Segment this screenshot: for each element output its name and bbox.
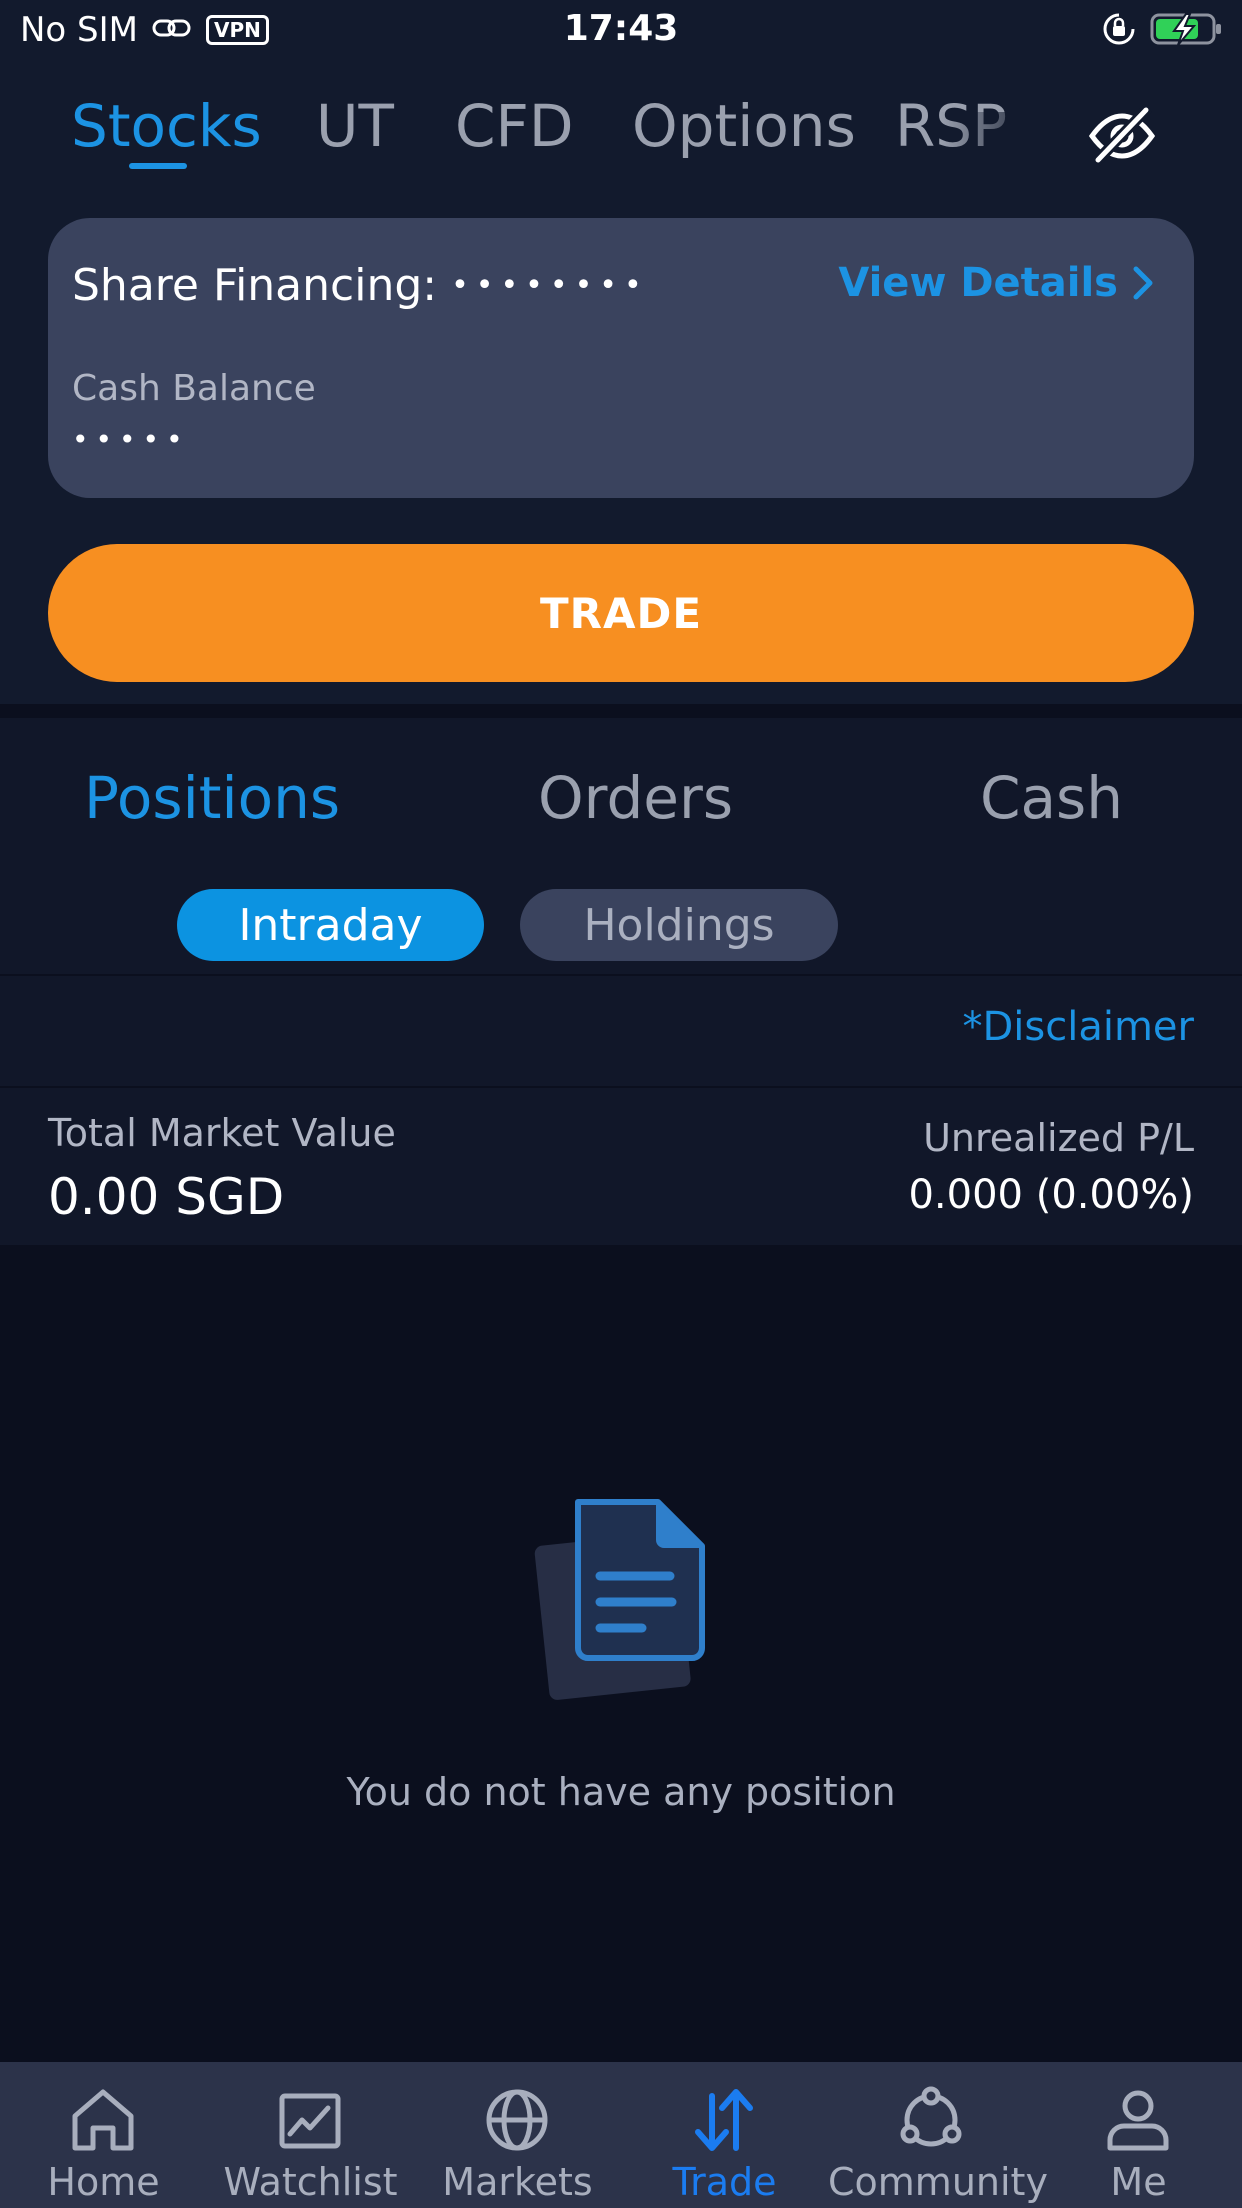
cash-balance-value: ••••• bbox=[72, 423, 190, 456]
cash-balance-label: Cash Balance bbox=[72, 368, 316, 409]
tab-stocks[interactable]: Stocks bbox=[71, 92, 262, 160]
nav-watchlist[interactable]: Watchlist bbox=[207, 2062, 414, 2208]
share-financing-label: Share Financing: bbox=[72, 260, 438, 311]
nav-me[interactable]: Me bbox=[1035, 2062, 1242, 2208]
battery-icon bbox=[1150, 12, 1224, 50]
divider bbox=[0, 1086, 1242, 1088]
total-market-value-label: Total Market Value bbox=[48, 1111, 396, 1155]
nav-markets-label: Markets bbox=[442, 2160, 593, 2204]
positions-panel: Positions Orders Cash Intraday Holdings … bbox=[0, 718, 1242, 1245]
clock: 17:43 bbox=[563, 8, 679, 49]
nav-me-label: Me bbox=[1110, 2160, 1167, 2204]
chevron-right-icon bbox=[1133, 266, 1153, 300]
view-details-link[interactable]: View Details bbox=[838, 260, 1154, 306]
globe-icon bbox=[486, 2089, 548, 2151]
nav-trade-label: Trade bbox=[672, 2160, 777, 2204]
trade-arrows-icon bbox=[695, 2089, 753, 2151]
trade-screen: No SIM VPN 17:43 Stocks UT CFD Options R… bbox=[0, 0, 1242, 2208]
status-bar: No SIM VPN 17:43 bbox=[0, 0, 1242, 62]
total-market-value: 0.00 SGD bbox=[48, 1168, 285, 1226]
tab-fade-overlay bbox=[940, 112, 1050, 192]
bottom-navigation: Home Watchlist Markets Trade Community M… bbox=[0, 2062, 1242, 2208]
nav-community[interactable]: Community bbox=[828, 2062, 1048, 2208]
unrealized-pl-value: 0.000 (0.00%) bbox=[908, 1172, 1194, 1218]
tab-cfd[interactable]: CFD bbox=[455, 92, 574, 160]
person-icon bbox=[1107, 2090, 1169, 2151]
home-icon bbox=[72, 2089, 134, 2151]
intraday-toggle[interactable]: Intraday bbox=[177, 889, 484, 961]
asset-class-tabs: Stocks UT CFD Options RSP bbox=[0, 92, 1242, 192]
share-financing-value: •••••••• bbox=[451, 268, 649, 303]
view-details-label: View Details bbox=[838, 260, 1118, 306]
tab-orders[interactable]: Orders bbox=[538, 764, 733, 832]
holdings-toggle[interactable]: Holdings bbox=[520, 889, 838, 961]
nav-markets[interactable]: Markets bbox=[414, 2062, 621, 2208]
nav-community-label: Community bbox=[828, 2160, 1048, 2204]
account-summary-card: Share Financing: •••••••• View Details C… bbox=[48, 218, 1194, 498]
account-area: Stocks UT CFD Options RSP Share Financin… bbox=[0, 62, 1242, 704]
orientation-lock-icon bbox=[1102, 12, 1136, 50]
empty-positions-message: You do not have any position bbox=[346, 1770, 896, 1814]
document-icon bbox=[530, 1490, 720, 1700]
hide-balance-eye-icon[interactable] bbox=[1086, 98, 1158, 170]
divider bbox=[0, 974, 1242, 976]
active-tab-indicator bbox=[129, 163, 187, 169]
unrealized-pl-label: Unrealized P/L bbox=[923, 1116, 1194, 1160]
chart-icon bbox=[279, 2093, 341, 2149]
trade-button[interactable]: TRADE bbox=[48, 544, 1194, 682]
nav-home-label: Home bbox=[47, 2160, 160, 2204]
nav-trade[interactable]: Trade bbox=[621, 2062, 828, 2208]
tab-options[interactable]: Options bbox=[632, 92, 856, 160]
nav-watchlist-label: Watchlist bbox=[223, 2160, 398, 2204]
tab-positions[interactable]: Positions bbox=[84, 764, 340, 832]
disclaimer-link[interactable]: *Disclaimer bbox=[962, 1004, 1194, 1050]
nav-home[interactable]: Home bbox=[0, 2062, 207, 2208]
tab-cash[interactable]: Cash bbox=[980, 764, 1123, 832]
share-financing-row: Share Financing: •••••••• bbox=[72, 260, 649, 311]
status-right bbox=[1102, 12, 1224, 50]
community-icon bbox=[900, 2086, 962, 2147]
tab-ut[interactable]: UT bbox=[316, 92, 394, 160]
